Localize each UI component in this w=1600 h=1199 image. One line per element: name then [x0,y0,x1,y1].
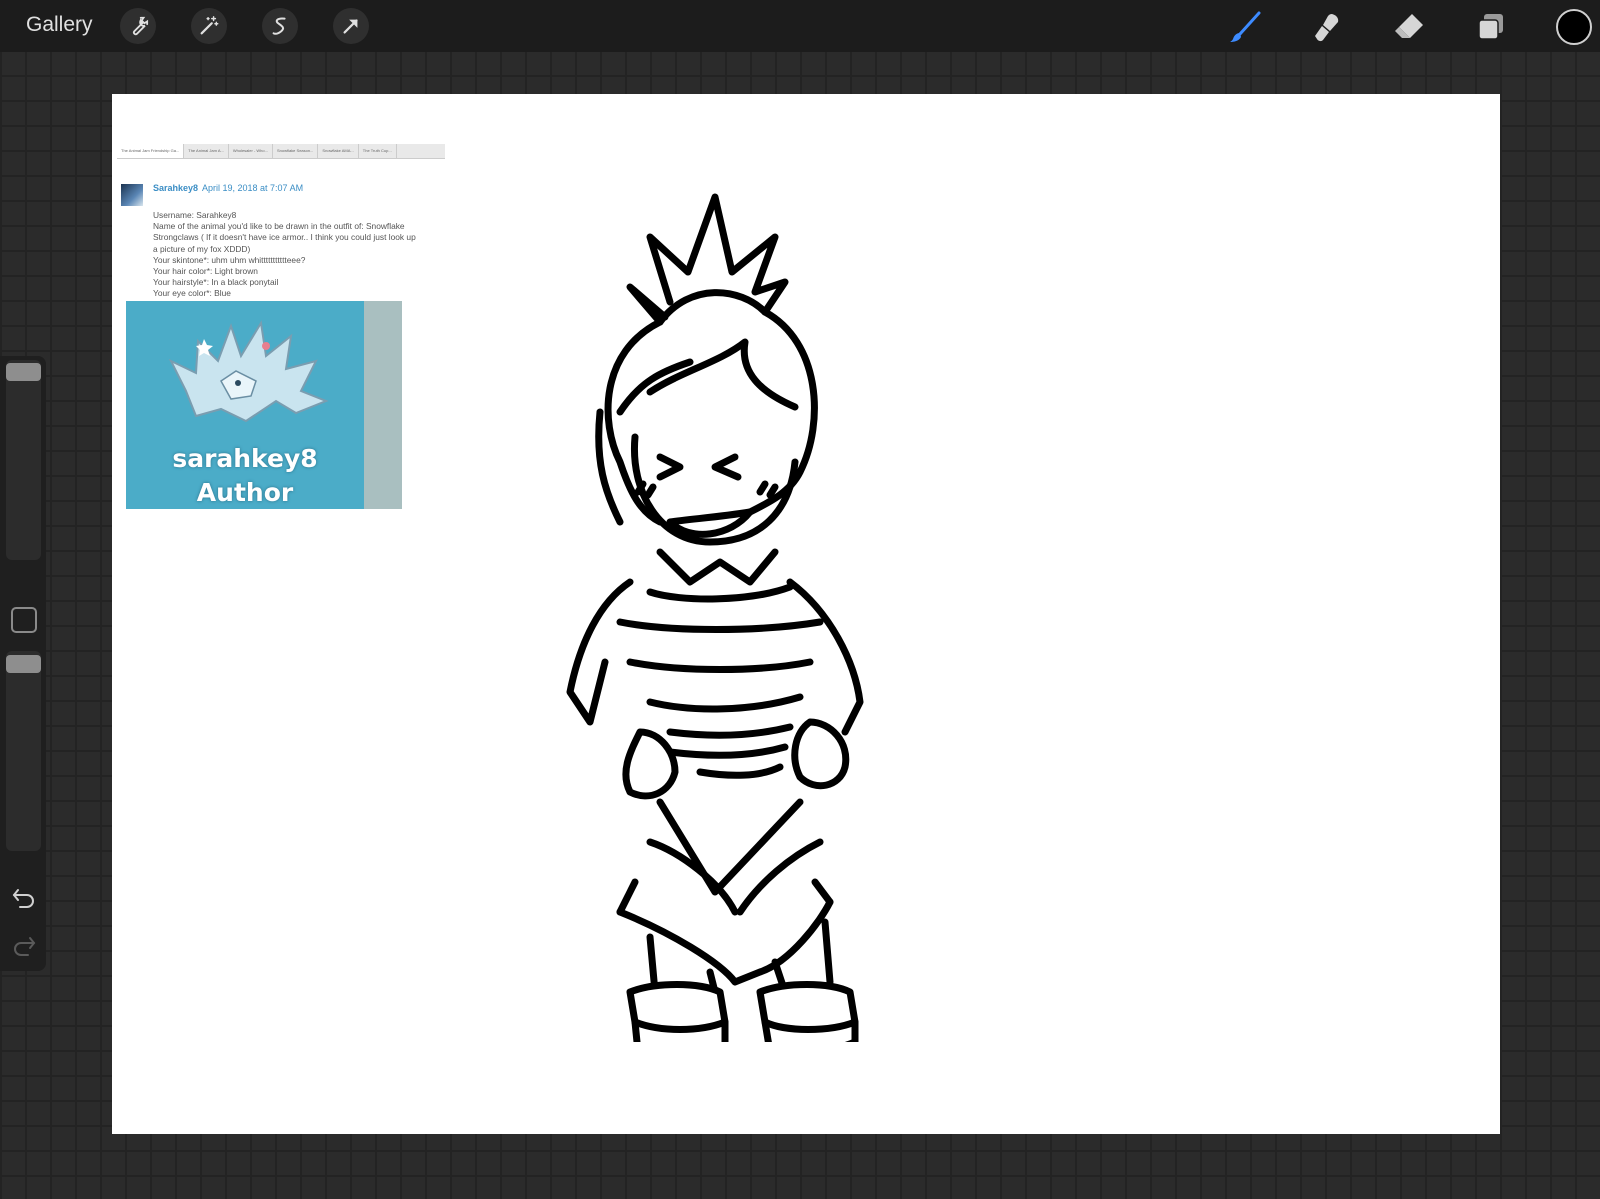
line-art-drawing [566,193,864,1042]
comment-line: Username: Sarahkey8 [153,210,237,220]
brush-size-slider-thumb[interactable] [6,363,41,381]
wrench-icon[interactable] [120,8,156,44]
badge-gray-strip [364,301,402,509]
comment-line: Strongclaws ( If it doesn't have ice arm… [153,232,416,243]
reference-tab: Snowflake AMA... [318,144,359,158]
left-sidebar [0,356,46,971]
selection-icon[interactable] [262,8,298,44]
top-toolbar: Gallery [0,0,1600,52]
reference-tab: Snowflake Season... [273,144,319,158]
reference-image: The Animal Jam Friendship Ga... The Anima… [117,144,445,522]
brush-icon[interactable] [1228,10,1262,44]
reference-tab: The Animal Jam A... [184,144,229,158]
comment-body: Username: Sarahkey8 Name of the animal y… [153,210,451,300]
color-picker-button[interactable] [1556,9,1592,45]
brush-size-slider-track[interactable] [6,360,41,560]
reference-tab: The Truth Cup... [359,144,397,158]
redo-icon[interactable] [11,934,37,956]
transform-arrow-icon[interactable] [333,8,369,44]
eraser-icon[interactable] [1392,10,1426,44]
undo-icon[interactable] [11,886,37,908]
reference-browser-tabs: The Animal Jam Friendship Ga... The Anima… [117,144,445,159]
badge-line1: sarahkey8 [172,444,318,473]
comment-line: Your eye color*: Blue [153,288,231,299]
author-badge-image: sarahkey8 Author [126,301,402,509]
comment-line: Name of the animal you'd like to be draw… [153,221,405,232]
drawing-canvas[interactable]: The Animal Jam Friendship Ga... The Anima… [112,94,1500,1134]
opacity-slider-thumb[interactable] [6,655,41,673]
smudge-icon[interactable] [1310,10,1344,44]
gallery-button[interactable]: Gallery [26,13,93,37]
reference-tab: Wholesaler - Who... [229,144,273,158]
opacity-slider-track[interactable] [6,651,41,851]
comment-line: a picture of my fox XDDD) [153,243,251,254]
ice-fox-illustration [168,320,329,423]
avatar [121,184,143,206]
comment-line: Your hair color*: Light brown [153,266,258,277]
reference-tab: The Animal Jam Friendship Ga... [117,144,185,158]
magic-wand-icon[interactable] [191,8,227,44]
comment-date: April 19, 2018 at 7:07 AM [202,183,304,193]
comment-line: Your skintone*: uhm uhm whitttttttttttee… [153,254,306,265]
comment-line: Your hairstyle*: In a black ponytail [153,277,279,288]
badge-line2: Author [196,478,294,507]
layers-icon[interactable] [1474,10,1508,44]
modify-square-icon[interactable] [11,607,37,633]
comment-username: Sarahkey8 [153,183,199,193]
